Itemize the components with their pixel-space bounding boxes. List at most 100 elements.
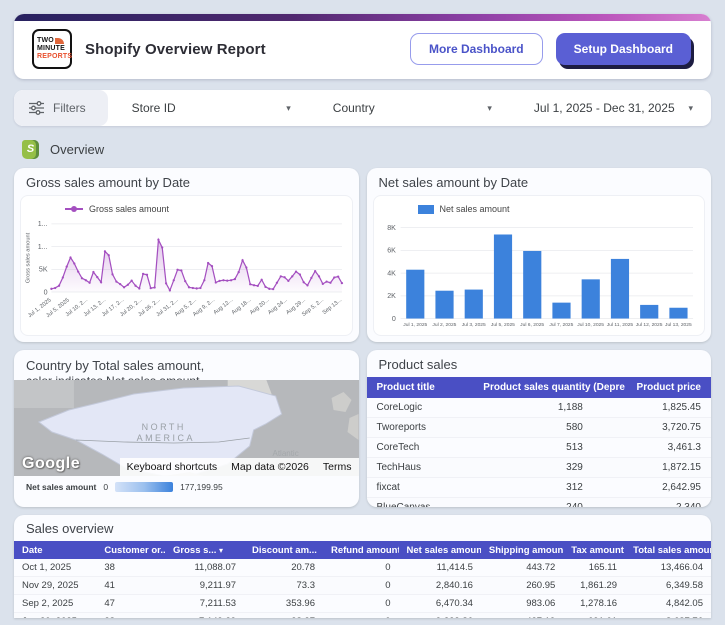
column-header[interactable]: Customer or... [96, 541, 166, 559]
table-row: Oct 1, 2025 38 11,088.07 20.78 0 11,414.5 443.… [14, 559, 711, 577]
svg-text:Jul 7, 2025: Jul 7, 2025 [549, 322, 573, 328]
gross-sales-legend: Gross sales amount [23, 200, 350, 215]
svg-text:Jul 10, 2025: Jul 10, 2025 [577, 322, 604, 328]
shopify-icon: S [22, 139, 39, 159]
svg-text:6K: 6K [387, 247, 396, 255]
column-header[interactable]: Tax amount [563, 541, 626, 559]
svg-text:Jul 6, 2025: Jul 6, 2025 [520, 322, 544, 328]
svg-text:Gross sales amount: Gross sales amount [26, 232, 32, 283]
map-legend-label: Net sales amount [26, 482, 97, 492]
svg-text:AMERICA: AMERICA [137, 433, 195, 443]
table-cell: 513 [473, 437, 625, 458]
column-header[interactable]: Date [14, 541, 97, 559]
google-map[interactable]: NORTH AMERICA Atlantic Ocean Google Keyb… [14, 380, 359, 476]
table-cell: 983.06 [480, 594, 564, 613]
google-logo: Google [22, 455, 81, 472]
table-cell: 11,414.5 [398, 559, 481, 577]
table-cell: 7,149.29 [165, 612, 245, 618]
table-cell: CoreLogic [366, 398, 474, 418]
table-cell: BlueCanvas [366, 497, 474, 507]
store-id-filter-label: Store ID [131, 101, 176, 115]
map-title: Country by Total sales amount, [26, 358, 205, 373]
table-cell: 427.19 [480, 612, 564, 618]
table-cell: 1,872.15 [624, 457, 711, 478]
table-cell: 312 [473, 477, 625, 498]
table-cell: Jun 20, 2025 [14, 612, 97, 618]
svg-text:1...: 1... [38, 220, 48, 228]
sliders-icon [29, 101, 44, 115]
section-title: Overview [50, 141, 105, 157]
date-range-value: Jul 1, 2025 - Dec 31, 2025 [533, 101, 675, 115]
more-dashboard-button[interactable]: More Dashboard [409, 33, 543, 65]
product-sales-table: Product title Product sales quantity (Dep… [366, 377, 711, 507]
table-cell: Sep 2, 2025 [14, 594, 97, 613]
table-cell: 6,349.58 [625, 576, 711, 595]
svg-text:5K: 5K [39, 266, 48, 274]
logo-wedge-icon [54, 38, 64, 44]
column-header[interactable]: Gross s... ▾ [165, 541, 245, 559]
header-gradient-bar [14, 14, 711, 21]
table-cell: 260.95 [480, 576, 564, 595]
table-row: BlueCanvas2402,340 [366, 497, 711, 507]
table-cell: 580 [473, 417, 625, 438]
svg-text:0: 0 [44, 288, 48, 296]
table-cell: 2,840.16 [398, 576, 481, 595]
table-cell: 1,861.29 [563, 576, 626, 595]
table-cell: Tworeports [366, 417, 474, 438]
column-header[interactable]: Total sales amount [625, 541, 711, 559]
net-sales-legend-label: Net sales amount [439, 204, 510, 214]
svg-text:2K: 2K [387, 292, 396, 300]
column-header[interactable]: Discount am... [244, 541, 323, 559]
table-cell: 3,461.3 [624, 437, 711, 458]
table-cell: 1,188 [473, 398, 625, 418]
logo-line-1: TWO [37, 37, 67, 45]
table-cell: 0 [322, 559, 399, 577]
setup-dashboard-button[interactable]: Setup Dashboard [555, 33, 691, 65]
column-header[interactable]: Product price [624, 377, 711, 398]
table-cell: 240 [473, 497, 625, 507]
table-header-row: Date Customer or... Gross s... ▾ Discount a… [14, 541, 711, 559]
table-row: Jun 20, 2025287,149.2938.2709,223.86427.… [14, 612, 711, 618]
gross-sales-legend-label: Gross sales amount [89, 204, 170, 214]
table-cell: 38 [96, 559, 166, 577]
overview-section-header: S Overview [22, 139, 711, 159]
date-range-filter[interactable]: Jul 1, 2025 - Dec 31, 2025 ▾ [510, 101, 711, 115]
keyboard-shortcuts-link[interactable]: Keyboard shortcuts [119, 458, 225, 476]
table-cell: 8,687.76 [625, 612, 711, 618]
gross-sales-chart-title: Gross sales amount by Date [26, 175, 191, 190]
country-filter[interactable]: Country ▾ [309, 101, 510, 115]
column-header[interactable]: Refund amount [322, 541, 399, 559]
column-header[interactable]: Product sales quantity (Deprecated) ▾ [473, 377, 625, 398]
svg-text:NORTH: NORTH [142, 422, 186, 432]
svg-text:Jul 2, 2025: Jul 2, 2025 [432, 322, 456, 328]
column-header[interactable]: Shipping amount [480, 541, 564, 559]
svg-text:Jul 3, 2025: Jul 3, 2025 [461, 322, 485, 328]
table-cell: 11,088.07 [165, 559, 245, 577]
table-cell: 443.72 [480, 559, 564, 577]
column-header[interactable]: Product title [366, 377, 474, 398]
chevron-down-icon: ▾ [487, 102, 492, 113]
column-header[interactable]: Net sales amount [398, 541, 481, 559]
table-row: Sep 2, 2025 47 7,211.53 353.96 0 6,470.34 983.… [14, 594, 711, 613]
sales-overview-card: Sales overview Date Customer or... Gross s… [14, 515, 711, 618]
country-filter-label: Country [332, 101, 375, 115]
table-cell: CoreTech [366, 437, 474, 458]
svg-text:Jul 1, 2025: Jul 1, 2025 [403, 322, 427, 328]
table-row: Nov 29, 2025 41 9,211.97 73.3 0 2,840.16 260.9… [14, 576, 711, 595]
terms-link[interactable]: Terms [315, 458, 359, 476]
table-cell: 73.3 [244, 576, 323, 595]
header-card: TWO MINUTE REPORTS Shopify Overview Repo… [14, 14, 711, 79]
table-cell: 0 [322, 612, 399, 618]
gross-sales-line-chart: 05K1...1...Gross sales amountJul 1, 2025… [26, 220, 344, 319]
table-cell: 1,278.16 [563, 594, 626, 613]
table-cell: 2,642.95 [624, 477, 711, 498]
svg-text:Jul 11, 2025: Jul 11, 2025 [606, 322, 633, 328]
chevron-down-icon: ▾ [286, 102, 291, 113]
table-cell: fixcat [366, 477, 474, 498]
table-cell: 3,720.75 [624, 417, 711, 438]
table-cell: 165.11 [563, 559, 626, 577]
svg-text:Jul 13, 2025: Jul 13, 2025 [665, 322, 692, 328]
store-id-filter[interactable]: Store ID ▾ [108, 101, 309, 115]
table-cell: Oct 1, 2025 [14, 559, 97, 577]
table-row: CoreLogic 1,188 1,825.45 [366, 398, 711, 418]
